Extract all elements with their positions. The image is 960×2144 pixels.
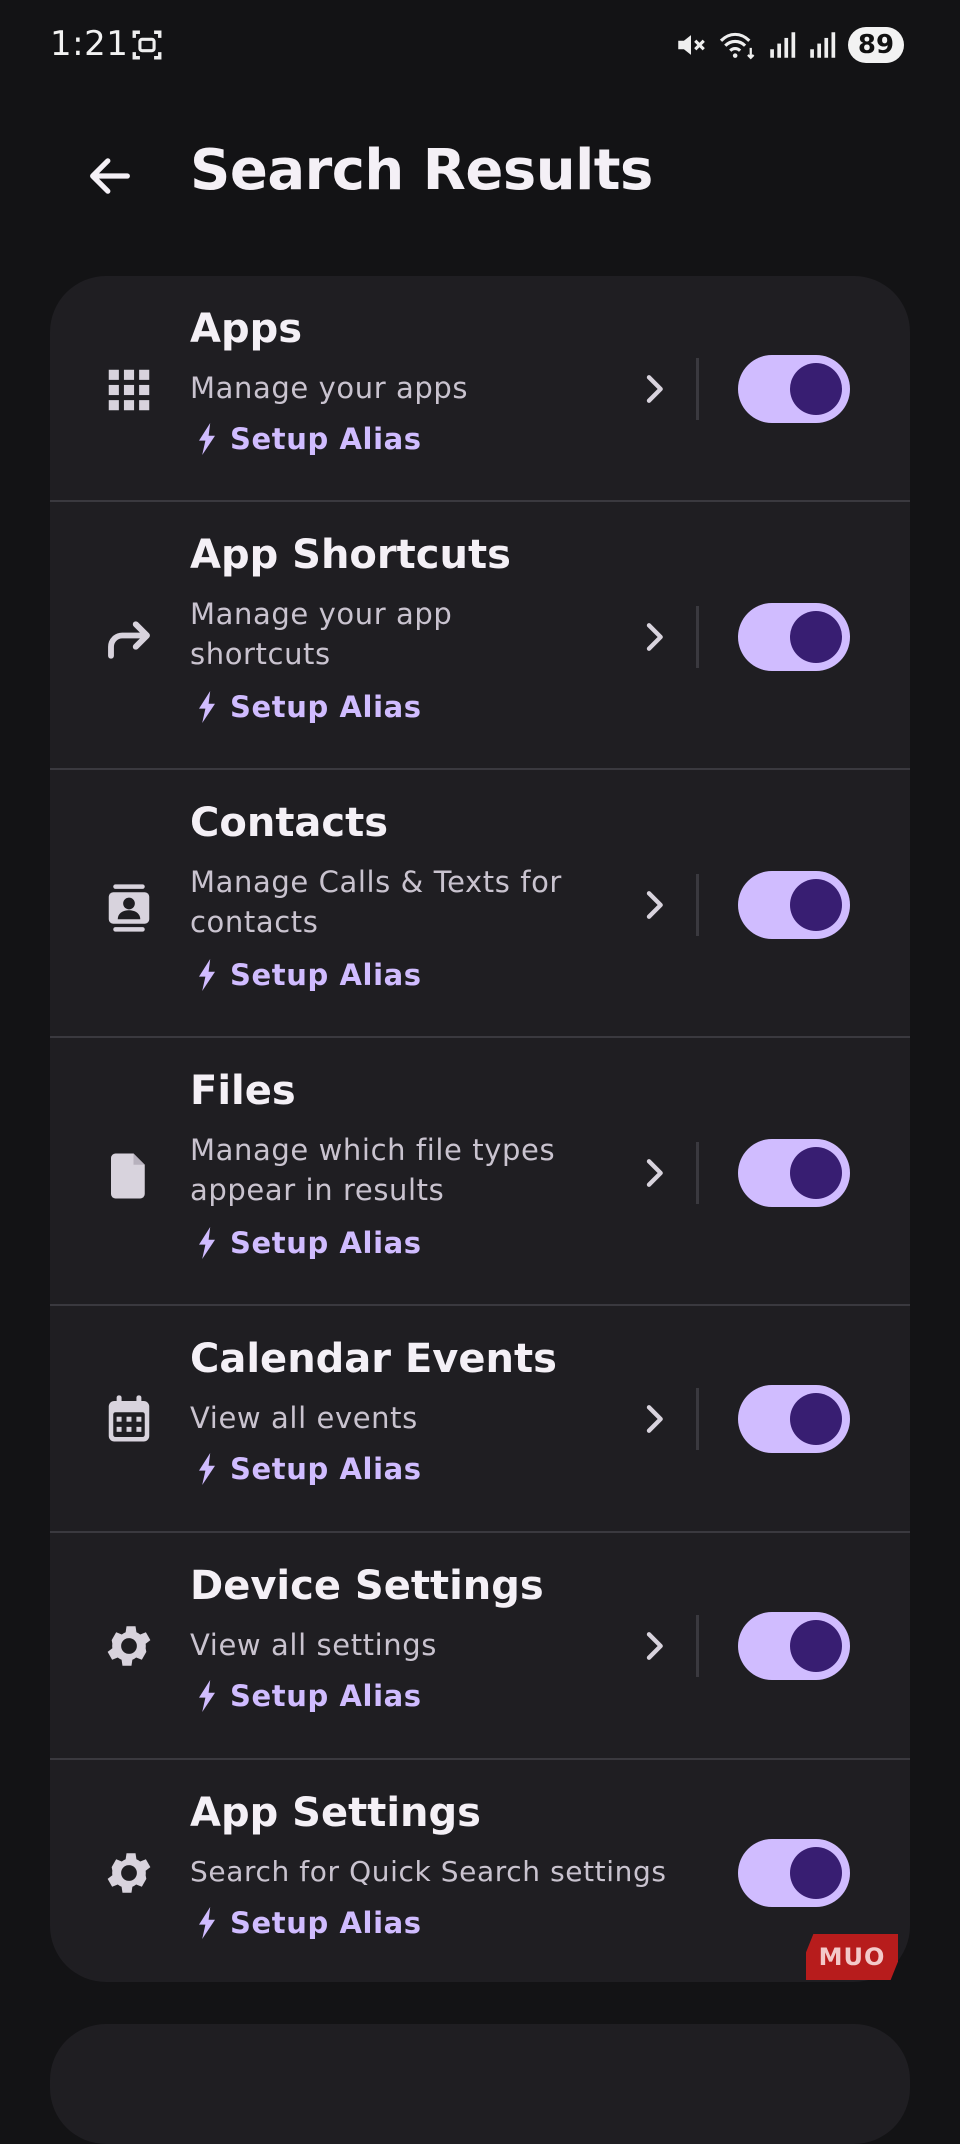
file-icon — [111, 1153, 145, 1199]
setup-alias-label: Setup Alias — [230, 1906, 422, 1940]
setup-alias-link[interactable]: Setup Alias — [196, 690, 422, 724]
toggle-knob — [790, 1620, 842, 1672]
list-item-app-shortcuts[interactable]: App Shortcuts Manage your app shortcuts … — [50, 502, 910, 770]
shortcut-arrow-icon — [108, 621, 150, 659]
toggle-switch[interactable] — [738, 1385, 850, 1453]
toggle-switch[interactable] — [738, 871, 850, 939]
bolt-icon — [199, 1453, 215, 1485]
status-icons: 89 — [674, 24, 904, 66]
setup-alias-label: Setup Alias — [230, 1226, 422, 1260]
row-subtitle: View all settings — [190, 1628, 437, 1662]
bolt-icon — [199, 1680, 215, 1712]
screen-record-icon — [132, 30, 162, 60]
row-title: Device Settings — [190, 1563, 544, 1609]
chevron-right-icon[interactable] — [634, 369, 674, 409]
vertical-divider — [696, 358, 699, 420]
list-item-app-settings[interactable]: App Settings Search for Quick Search set… — [50, 1760, 910, 1982]
vertical-divider — [696, 1388, 699, 1450]
setup-alias-label: Setup Alias — [230, 690, 422, 724]
page-title: Search Results — [190, 138, 653, 203]
list-item-device-settings[interactable]: Device Settings View all settings Setup … — [50, 1533, 910, 1760]
calendar-icon — [108, 1395, 150, 1442]
row-subtitle: Manage your apps — [190, 371, 469, 405]
row-subtitle: View all events — [190, 1401, 418, 1435]
setup-alias-link[interactable]: Setup Alias — [196, 1226, 422, 1260]
row-subtitle: Search for Quick Search settings — [190, 1855, 667, 1888]
toggle-knob — [790, 363, 842, 415]
toggle-knob — [790, 1393, 842, 1445]
vertical-divider — [696, 1615, 699, 1677]
contact-card-icon — [108, 884, 150, 932]
row-title: Files — [190, 1068, 296, 1114]
wifi-icon — [719, 32, 755, 60]
toggle-switch[interactable] — [738, 355, 850, 423]
setup-alias-link[interactable]: Setup Alias — [196, 1452, 422, 1486]
row-title: App Shortcuts — [190, 532, 511, 578]
vertical-divider — [696, 1142, 699, 1204]
signal-icon — [770, 32, 796, 58]
bolt-icon — [199, 959, 215, 991]
toggle-switch[interactable] — [738, 1839, 850, 1907]
row-title: Calendar Events — [190, 1336, 557, 1382]
vertical-divider — [696, 606, 699, 668]
gear-icon — [107, 1853, 151, 1893]
toggle-knob — [790, 611, 842, 663]
list-item-contacts[interactable]: Contacts Manage Calls & Texts for contac… — [50, 770, 910, 1038]
apps-grid-icon — [108, 369, 150, 411]
setup-alias-link[interactable]: Setup Alias — [196, 958, 422, 992]
setup-alias-label: Setup Alias — [230, 1679, 422, 1713]
setup-alias-link[interactable]: Setup Alias — [196, 1906, 422, 1940]
chevron-right-icon[interactable] — [634, 885, 674, 925]
bolt-icon — [199, 1227, 215, 1259]
row-subtitle: Manage Calls & Texts for contacts — [190, 865, 562, 939]
toggle-switch[interactable] — [738, 1612, 850, 1680]
toggle-switch[interactable] — [738, 1139, 850, 1207]
toggle-knob — [790, 1847, 842, 1899]
search-results-card: Apps Manage your apps Setup Alias App Sh… — [50, 276, 910, 1982]
battery-indicator: 89 — [848, 27, 904, 63]
list-item-files[interactable]: Files Manage which file types appear in … — [50, 1038, 910, 1306]
mute-icon — [678, 35, 705, 55]
chevron-right-icon[interactable] — [634, 1153, 674, 1193]
chevron-right-icon[interactable] — [634, 617, 674, 657]
setup-alias-label: Setup Alias — [230, 958, 422, 992]
toggle-knob — [790, 1147, 842, 1199]
bolt-icon — [199, 423, 215, 455]
bolt-icon — [199, 691, 215, 723]
toggle-knob — [790, 879, 842, 931]
row-title: App Settings — [190, 1790, 481, 1836]
row-subtitle: Manage which file types appear in result… — [190, 1133, 556, 1207]
bolt-icon — [199, 1907, 215, 1939]
gear-icon — [107, 1626, 151, 1666]
back-arrow-icon[interactable] — [84, 150, 136, 202]
list-item-calendar-events[interactable]: Calendar Events View all events Setup Al… — [50, 1306, 910, 1533]
toggle-switch[interactable] — [738, 603, 850, 671]
row-title: Contacts — [190, 800, 389, 846]
list-item-apps[interactable]: Apps Manage your apps Setup Alias — [50, 276, 910, 502]
vertical-divider — [696, 874, 699, 936]
setup-alias-label: Setup Alias — [230, 422, 422, 456]
status-time: 1:21 — [50, 24, 129, 64]
chevron-right-icon[interactable] — [634, 1626, 674, 1666]
row-title: Apps — [190, 306, 303, 352]
setup-alias-link[interactable]: Setup Alias — [196, 422, 422, 456]
row-subtitle: Manage your app shortcuts — [190, 597, 453, 671]
signal-icon — [810, 32, 836, 58]
chevron-right-icon[interactable] — [634, 1399, 674, 1439]
watermark-logo: MUO — [806, 1934, 898, 1980]
next-card — [50, 2024, 910, 2144]
setup-alias-link[interactable]: Setup Alias — [196, 1679, 422, 1713]
status-bar: 1:21 89 — [0, 0, 960, 92]
setup-alias-label: Setup Alias — [230, 1452, 422, 1486]
